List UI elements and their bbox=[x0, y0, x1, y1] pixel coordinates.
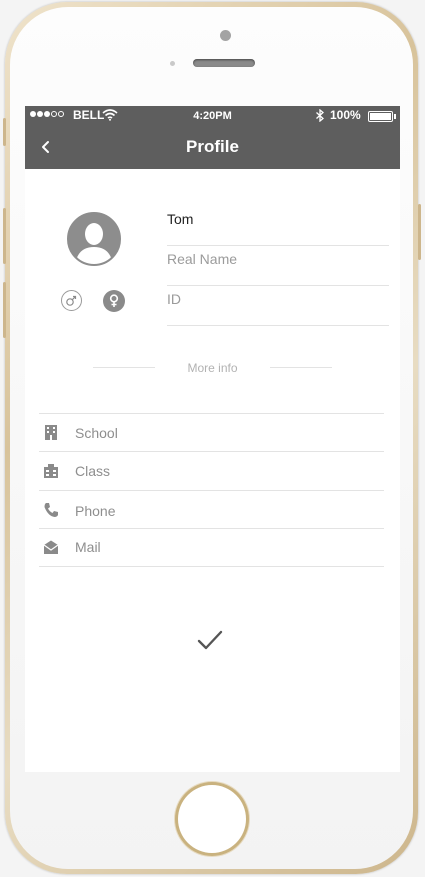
name-field[interactable]: Tom bbox=[167, 205, 389, 246]
id-field[interactable]: ID bbox=[167, 285, 389, 326]
volume-down-button bbox=[3, 282, 6, 338]
home-button[interactable] bbox=[178, 785, 246, 853]
gender-male-button[interactable] bbox=[61, 290, 82, 311]
user-avatar-icon[interactable] bbox=[67, 212, 121, 266]
navigation-bar: Profile bbox=[25, 125, 400, 169]
real-name-placeholder: Real Name bbox=[167, 251, 238, 267]
proximity-sensor bbox=[170, 61, 175, 66]
volume-up-button bbox=[3, 208, 6, 264]
info-row-school[interactable]: School bbox=[39, 414, 384, 452]
app-screen: BELL 4:20PM 100% Profile Tom Real Name I… bbox=[25, 106, 400, 772]
info-row-mail[interactable]: Mail bbox=[39, 529, 384, 567]
mail-icon bbox=[43, 540, 59, 554]
info-row-class[interactable]: Class bbox=[39, 452, 384, 491]
male-icon bbox=[66, 295, 77, 306]
id-placeholder: ID bbox=[167, 291, 181, 307]
info-row-phone[interactable]: Phone bbox=[39, 491, 384, 529]
divider-right bbox=[270, 367, 332, 368]
bluetooth-icon bbox=[316, 109, 324, 122]
battery-percentage: 100% bbox=[330, 108, 361, 122]
earpiece-speaker bbox=[193, 59, 255, 67]
classroom-icon bbox=[44, 464, 58, 478]
gender-female-button[interactable] bbox=[103, 290, 125, 312]
mute-switch bbox=[3, 118, 6, 146]
power-button bbox=[418, 204, 421, 260]
info-row-label: Phone bbox=[75, 503, 116, 519]
name-value: Tom bbox=[167, 211, 194, 227]
status-bar: BELL 4:20PM 100% bbox=[25, 106, 400, 125]
building-icon bbox=[45, 425, 57, 440]
front-camera bbox=[220, 30, 231, 41]
battery-icon bbox=[368, 111, 396, 122]
info-row-label: School bbox=[75, 425, 118, 441]
real-name-field[interactable]: Real Name bbox=[167, 245, 389, 286]
info-row-label: Mail bbox=[75, 539, 101, 555]
info-row-label: Class bbox=[75, 463, 111, 479]
more-info-label: More info bbox=[187, 361, 238, 375]
checkmark-icon[interactable] bbox=[197, 628, 223, 652]
female-icon bbox=[109, 294, 119, 307]
page-title: Profile bbox=[186, 137, 239, 156]
phone-icon bbox=[44, 503, 58, 517]
